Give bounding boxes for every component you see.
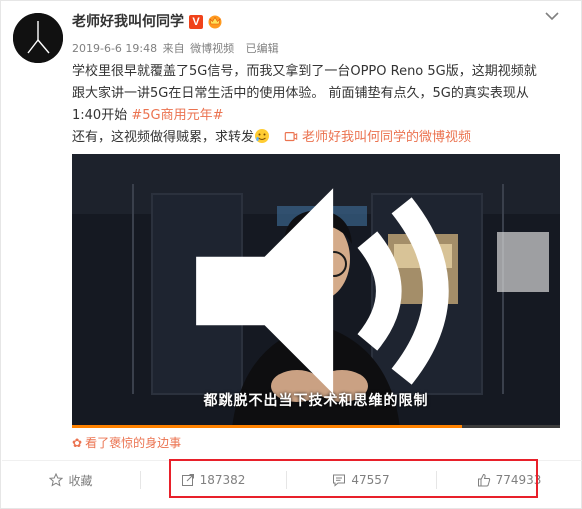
weibo-post-card: 老师好我叫何同学 V 2019-6-6 19:48 来自 微博视频 已编辑 学校…	[0, 0, 582, 509]
video-link-icon[interactable]	[284, 130, 298, 144]
verified-badge: V	[189, 15, 203, 29]
hashtag-link[interactable]: #5G商用元年#	[131, 108, 223, 123]
video-player[interactable]: 都跳脱不出当下技术和思维的限制	[72, 154, 560, 428]
highlight-annotation-box	[169, 459, 538, 498]
recommend-text: 看了褒惊的身边事	[85, 436, 182, 450]
source-prefix: 来自	[162, 42, 185, 55]
video-progress-bar[interactable]	[72, 425, 560, 428]
volume-icon[interactable]	[72, 154, 560, 428]
edited-label[interactable]: 已编辑	[246, 42, 279, 55]
post-text-segment: 还有，这视频做得贼累，求转发	[72, 130, 255, 145]
post-meta: 2019-6-6 19:48 来自 微博视频 已编辑	[72, 40, 281, 56]
post-source[interactable]: 微博视频	[190, 42, 234, 55]
post-text-line: 学校里很早就覆盖了5G信号，而我又拿到了一台OPPO Reno 5G版，这期视频…	[72, 64, 537, 79]
post-text-segment: 1:40开始	[72, 108, 132, 123]
video-link[interactable]: 老师好我叫何同学的微博视频	[302, 130, 471, 145]
crown-icon	[208, 15, 222, 29]
video-progress-fill	[72, 425, 463, 428]
username[interactable]: 老师好我叫何同学	[72, 11, 184, 31]
favorite-label: 收藏	[68, 473, 93, 488]
recommend-link[interactable]: ✿ 看了褒惊的身边事	[72, 434, 181, 451]
post-text-line: 跟大家讲一讲5G在日常生活中的使用体验。 前面铺垫有点久，5G的真实表现从	[72, 86, 529, 101]
avatar-logo	[13, 13, 63, 63]
emoji-icon	[255, 129, 270, 143]
post-text-line: 1:40开始 #5G商用元年#	[72, 105, 572, 127]
chevron-down-icon[interactable]	[544, 9, 560, 23]
favorite-button[interactable]: 收藏	[2, 461, 140, 499]
post-text: 学校里很早就覆盖了5G信号，而我又拿到了一台OPPO Reno 5G版，这期视频…	[72, 61, 572, 149]
star-icon	[49, 473, 64, 487]
post-date[interactable]: 2019-6-6 19:48	[72, 42, 157, 55]
flower-icon: ✿	[72, 436, 83, 450]
avatar[interactable]	[13, 13, 63, 63]
post-text-line: 还有，这视频做得贼累，求转发 老师好我叫何同学的微博视频	[72, 127, 572, 149]
